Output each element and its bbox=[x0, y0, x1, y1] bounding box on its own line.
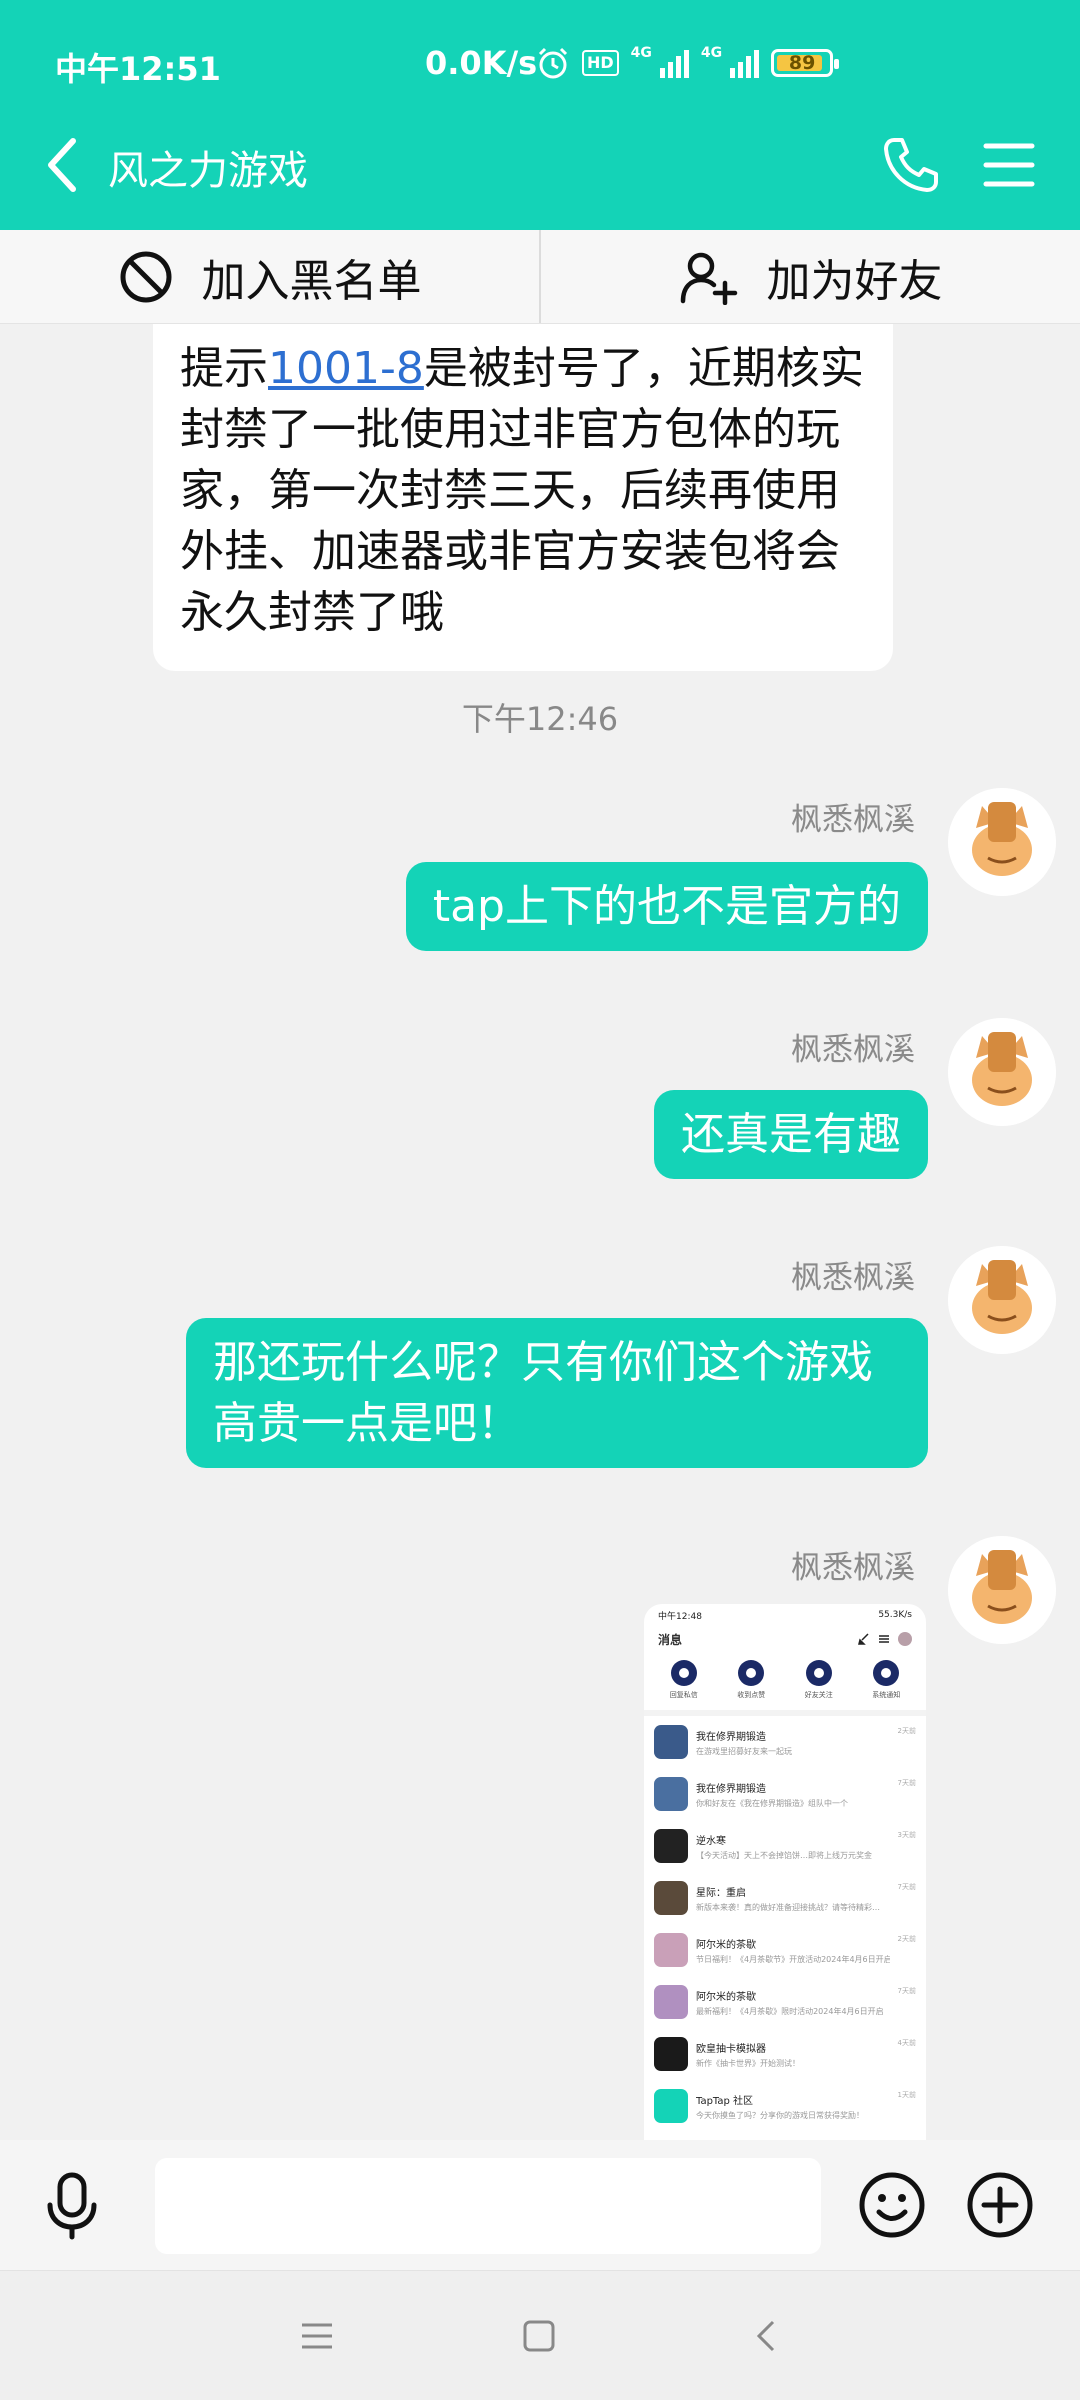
square-icon bbox=[523, 2320, 555, 2352]
chat-area[interactable]: 提示1001-8是被封号了，近期核实封禁了一批使用过非官方包体的玩家，第一次封禁… bbox=[0, 324, 1080, 2140]
shot-header: 消息 bbox=[644, 1626, 926, 1652]
shot-speed: 55.3K/s bbox=[878, 1610, 912, 1620]
image-message[interactable]: 中午12:48 55.3K/s 消息 回复私信 收到点赞 好友关注 系统通知 我… bbox=[644, 1604, 926, 2140]
shot-status-bar: 中午12:48 55.3K/s bbox=[644, 1604, 926, 1626]
status-time: 中午12:51 bbox=[55, 50, 221, 88]
menu-icon bbox=[983, 143, 1035, 187]
network-speed: 0.0K/s bbox=[425, 44, 538, 82]
outgoing-message[interactable]: 那还玩什么呢？只有你们这个游戏高贵一点是吧！ bbox=[186, 1318, 928, 1468]
message-timestamp: 下午12:46 bbox=[461, 700, 619, 738]
shot-list-item: TapTap 社区 今天你摸鱼了吗？分享你的游戏日常获得奖励！ 1天前 bbox=[644, 2080, 926, 2132]
smiley-icon bbox=[859, 2172, 925, 2238]
recent-apps-button[interactable] bbox=[287, 2306, 347, 2366]
message-input[interactable] bbox=[155, 2158, 821, 2254]
avatar[interactable] bbox=[948, 1246, 1056, 1354]
system-nav-bar bbox=[0, 2270, 1080, 2400]
sender-name: 枫悉枫溪 bbox=[791, 802, 915, 838]
outgoing-message[interactable]: 还真是有趣 bbox=[654, 1090, 928, 1179]
action-bar: 加入黑名单 加为好友 bbox=[0, 230, 1080, 324]
incoming-prefix: 提示 bbox=[180, 343, 268, 394]
shot-thumb bbox=[654, 1881, 688, 1915]
blacklist-label: 加入黑名单 bbox=[201, 255, 422, 307]
alarm-icon bbox=[538, 47, 568, 79]
top-bar: 中午12:51 0.0K/s HD 4G 4G 89 风之力游戏 bbox=[0, 0, 1080, 230]
shot-list-item: 阿尔米的茶歇 节日福利！《4月茶歇节》开放活动2024年4月6日开启 2天前 bbox=[644, 1924, 926, 1976]
signal-icon-2 bbox=[730, 48, 760, 78]
home-button[interactable] bbox=[509, 2306, 569, 2366]
battery-level: 89 bbox=[788, 52, 816, 74]
incoming-message[interactable]: 提示1001-8是被封号了，近期核实封禁了一批使用过非官方包体的玩家，第一次封禁… bbox=[153, 324, 893, 671]
shot-quick-item: 回复私信 bbox=[670, 1660, 698, 1700]
chevron-left-icon bbox=[48, 138, 76, 192]
menu-icon bbox=[302, 2323, 332, 2349]
avatar[interactable] bbox=[948, 1018, 1056, 1126]
system-back-button[interactable] bbox=[737, 2306, 797, 2366]
network-type-2: 4G bbox=[700, 45, 723, 61]
error-code-link[interactable]: 1001-8 bbox=[268, 343, 424, 394]
blacklist-button[interactable]: 加入黑名单 bbox=[0, 230, 539, 323]
plus-circle-icon bbox=[967, 2172, 1033, 2238]
microphone-icon bbox=[47, 2172, 97, 2240]
nav-row: 风之力游戏 bbox=[0, 120, 1080, 210]
shot-quick-row: 回复私信 收到点赞 好友关注 系统通知 bbox=[644, 1652, 926, 1704]
emoji-button[interactable] bbox=[852, 2165, 932, 2245]
cat-avatar-icon bbox=[948, 1246, 1056, 1354]
shot-quick-item: 收到点赞 bbox=[737, 1660, 765, 1700]
shot-thumb bbox=[654, 1829, 688, 1863]
sender-name: 枫悉枫溪 bbox=[791, 1550, 915, 1586]
sender-name: 枫悉枫溪 bbox=[791, 1260, 915, 1296]
block-icon bbox=[120, 251, 171, 302]
input-bar bbox=[0, 2140, 1080, 2270]
shot-thumb bbox=[654, 2089, 688, 2123]
sender-name: 枫悉枫溪 bbox=[791, 1032, 915, 1068]
shot-list-item: 逆水寒 【今天活动】天上不会掉馅饼…即将上线万元奖金 3天前 bbox=[644, 1820, 926, 1872]
shot-list-item: 我在修界期锻造 你和好友在《我在修界期锻造》组队中一个 7天前 bbox=[644, 1768, 926, 1820]
shot-header-icons bbox=[858, 1632, 912, 1646]
shot-list-item: 星际：重启 新版本来袭！真的做好准备迎接挑战？请等待精彩… 7天前 bbox=[644, 1872, 926, 1924]
chat-title: 风之力游戏 bbox=[108, 148, 308, 194]
status-bar: 中午12:51 0.0K/s HD 4G 4G 89 bbox=[0, 38, 1080, 94]
voice-button[interactable] bbox=[32, 2165, 112, 2245]
signal-icon-1 bbox=[659, 48, 689, 78]
shot-thumb bbox=[654, 1985, 688, 2019]
shot-time: 中午12:48 bbox=[658, 1611, 702, 1622]
chevron-left-icon bbox=[756, 2320, 775, 2352]
add-friend-button[interactable]: 加为好友 bbox=[539, 230, 1080, 323]
shot-avatar bbox=[898, 1632, 912, 1646]
status-icons: HD 4G 4G 89 bbox=[536, 45, 840, 80]
filter-icon bbox=[879, 1635, 889, 1643]
add-friend-label: 加为好友 bbox=[766, 255, 943, 307]
menu-button[interactable] bbox=[976, 132, 1042, 198]
cat-avatar-icon bbox=[948, 1018, 1056, 1126]
call-button[interactable] bbox=[878, 132, 944, 198]
more-button[interactable] bbox=[960, 2165, 1040, 2245]
avatar[interactable] bbox=[948, 788, 1056, 896]
shot-thumb bbox=[654, 1725, 688, 1759]
phone-icon bbox=[884, 138, 938, 192]
network-type-1: 4G bbox=[630, 45, 652, 61]
avatar[interactable] bbox=[948, 1536, 1056, 1644]
shot-quick-item: 系统通知 bbox=[872, 1660, 900, 1700]
hd-icon: HD bbox=[582, 50, 619, 76]
battery-icon: 89 bbox=[771, 49, 840, 77]
broom-icon bbox=[858, 1633, 869, 1645]
shot-thumb bbox=[654, 1777, 688, 1811]
cat-avatar-icon bbox=[948, 788, 1056, 896]
shot-list-item: 我在修界期锻造 在游戏里招募好友来一起玩 2天前 bbox=[644, 1716, 926, 1768]
shot-quick-item: 好友关注 bbox=[805, 1660, 833, 1700]
shot-thumb bbox=[654, 2037, 688, 2071]
outgoing-message[interactable]: tap上下的也不是官方的 bbox=[405, 862, 928, 951]
shot-list-item: 阿尔米的茶歇 最新福利！《4月茶歇》限时活动2024年4月6日开启 7天前 bbox=[644, 1976, 926, 2028]
shot-thumb bbox=[654, 1933, 688, 1967]
back-button[interactable] bbox=[28, 130, 98, 200]
add-user-icon bbox=[680, 252, 737, 305]
shot-list-item: 欧皇抽卡模拟器 新作《抽卡世界》开始测试！ 4天前 bbox=[644, 2028, 926, 2080]
shot-title: 消息 bbox=[658, 1632, 683, 1647]
cat-avatar-icon bbox=[948, 1536, 1056, 1644]
